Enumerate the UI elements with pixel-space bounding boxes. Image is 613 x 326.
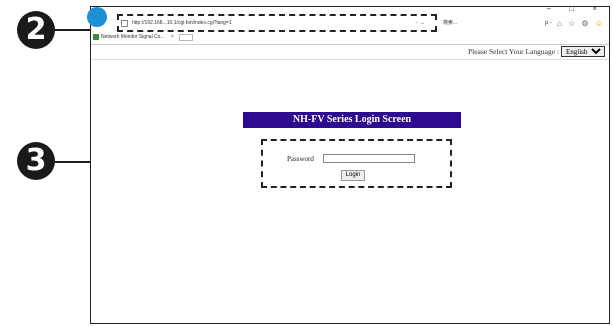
browser-window: – □ × http://192.168...10.1/cgi-bin/inde… xyxy=(87,4,610,324)
language-divider xyxy=(91,59,609,60)
tab-network-monitor[interactable]: Network Monitor Signal Co... xyxy=(92,32,181,42)
toolbar-divider xyxy=(91,44,609,45)
search-placeholder: 検索... xyxy=(443,20,458,26)
password-field[interactable] xyxy=(323,154,415,163)
home-star-gear-icons[interactable]: ⌂ ☆ ⚙ xyxy=(557,19,591,28)
tab-favicon xyxy=(93,34,99,40)
search-box[interactable]: 検索... ρ - xyxy=(441,17,556,30)
language-select[interactable]: English xyxy=(561,46,605,57)
language-label: Please Select Your Language : xyxy=(467,47,559,56)
login-button[interactable]: Login xyxy=(341,170,365,181)
feedback-smiley-icon[interactable]: ☺ xyxy=(595,19,605,28)
callout-2: 2 xyxy=(17,11,55,49)
language-selector: Please Select Your Language : English xyxy=(468,46,605,57)
window-controls[interactable]: – □ × xyxy=(547,4,605,13)
search-icon[interactable]: ρ - xyxy=(545,17,552,30)
toolbar-icons[interactable]: ⌂ ☆ ⚙ ☺ xyxy=(557,19,605,28)
new-tab-button[interactable] xyxy=(179,34,193,41)
password-label: Password xyxy=(287,155,314,163)
login-title-banner: NH-FV Series Login Screen xyxy=(243,112,461,128)
address-bar-highlight xyxy=(117,14,437,32)
tab-title: Network Monitor Signal Co... xyxy=(101,34,165,40)
callout-3: 3 xyxy=(17,142,55,180)
browser-logo-icon xyxy=(87,7,107,27)
tab-close-icon[interactable]: × xyxy=(171,32,174,42)
